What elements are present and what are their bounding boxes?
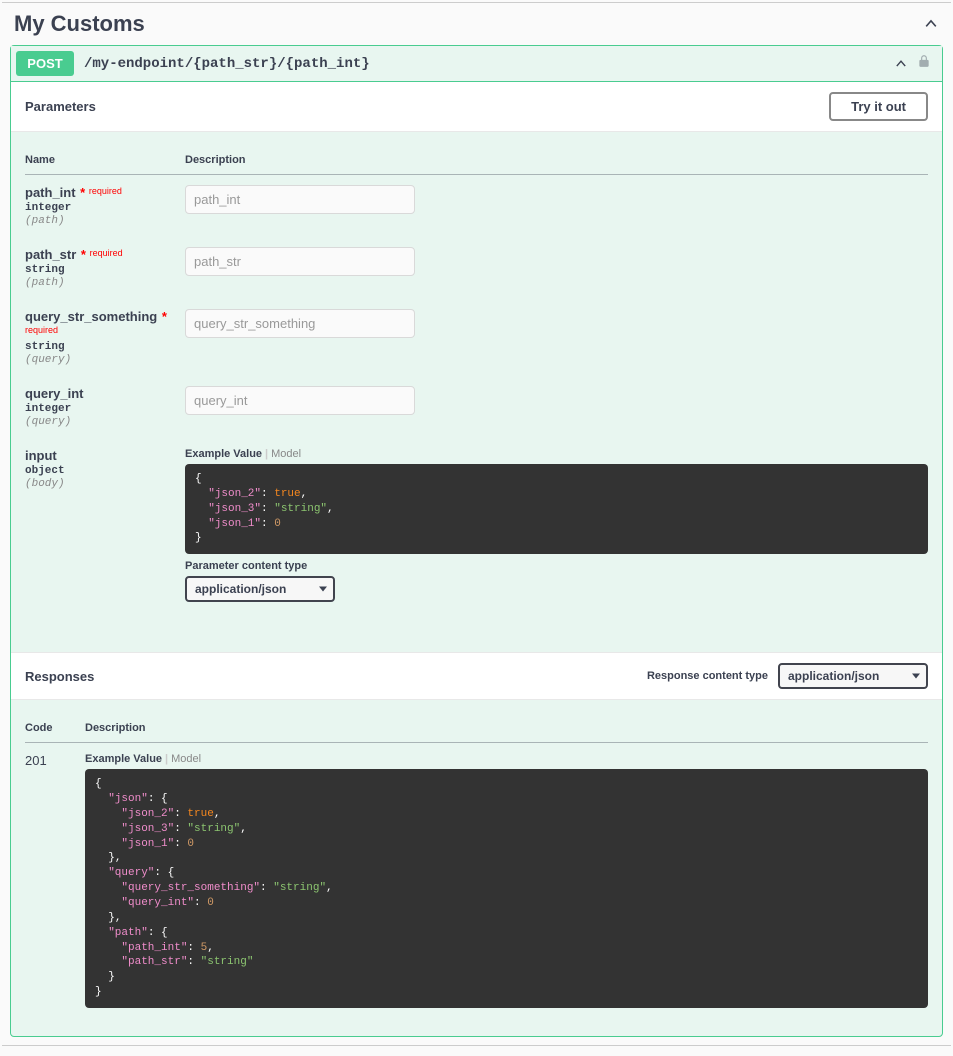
tag-title: My Customs — [14, 11, 923, 37]
param-in: (query) — [25, 354, 185, 366]
tag-header[interactable]: My Customs — [2, 3, 951, 45]
api-tag-section: My Customs POST /my-endpoint/{path_str}/… — [2, 2, 951, 1046]
responses-table: Code Description 201Example Value|Model {… — [25, 714, 928, 1018]
param-name: path_int * required — [25, 185, 185, 200]
responses-body: Code Description 201Example Value|Model {… — [11, 700, 942, 1036]
param-content-type-label: Parameter content type — [185, 560, 928, 572]
model-tab[interactable]: Model — [171, 753, 201, 765]
parameters-header: Parameters Try it out — [11, 82, 942, 132]
param-in: (body) — [25, 478, 185, 490]
param-name-cell: query_intinteger(query) — [25, 376, 185, 438]
param-row: query_str_something * required string(que… — [25, 299, 928, 376]
response-row: 201Example Value|Model { "json": { "json_… — [25, 743, 928, 1018]
responses-title: Responses — [25, 669, 647, 684]
operation-path: /my-endpoint/{path_str}/{path_int} — [84, 56, 893, 72]
param-desc-cell — [185, 175, 928, 238]
response-content-type-label: Response content type — [647, 670, 768, 682]
response-example[interactable]: { "json": { "json_2": true, "json_3": "s… — [85, 769, 928, 1008]
param-type: integer — [25, 403, 185, 415]
param-input[interactable] — [185, 309, 415, 338]
body-example[interactable]: { "json_2": true, "json_3": "string", "j… — [185, 464, 928, 554]
param-row: query_intinteger(query) — [25, 376, 928, 438]
param-in: (path) — [25, 215, 185, 227]
param-name: path_str * required — [25, 247, 185, 262]
param-row: path_str * required string(path) — [25, 237, 928, 299]
param-desc-cell: Example Value|Model { "json_2": true, "js… — [185, 438, 928, 612]
param-name: query_str_something * required — [25, 309, 185, 339]
parameters-table: Name Description path_int * required inte… — [25, 146, 928, 612]
model-tab[interactable]: Model — [271, 448, 301, 460]
param-name-cell: path_int * required integer(path) — [25, 175, 185, 238]
lock-icon[interactable] — [917, 54, 931, 73]
chevron-up-icon — [923, 16, 939, 32]
param-row: input object(body) Example Value|Model { "j… — [25, 438, 928, 612]
param-type: integer — [25, 202, 185, 214]
param-input[interactable] — [185, 247, 415, 276]
param-type: string — [25, 264, 185, 276]
param-in: (path) — [25, 277, 185, 289]
model-tabs: Example Value|Model — [85, 753, 928, 765]
col-code-header: Code — [25, 714, 85, 743]
param-type: object — [25, 465, 185, 477]
chevron-up-icon — [893, 56, 909, 72]
try-it-out-button[interactable]: Try it out — [829, 92, 928, 121]
param-in: (query) — [25, 416, 185, 428]
response-content-type-select[interactable]: application/json — [778, 663, 928, 689]
example-value-tab[interactable]: Example Value — [185, 448, 262, 460]
param-content-type-select[interactable]: application/json — [185, 576, 335, 602]
model-tabs: Example Value|Model — [185, 448, 928, 460]
param-name-cell: query_str_something * required string(que… — [25, 299, 185, 376]
col-description-header: Description — [85, 714, 928, 743]
param-desc-cell — [185, 299, 928, 376]
param-type: string — [25, 341, 185, 353]
param-desc-cell — [185, 237, 928, 299]
operation-block: POST /my-endpoint/{path_str}/{path_int} … — [10, 45, 943, 1037]
responses-header: Responses Response content type applicat… — [11, 652, 942, 700]
param-row: path_int * required integer(path) — [25, 175, 928, 238]
method-badge: POST — [16, 51, 74, 76]
response-desc: Example Value|Model { "json": { "json_2":… — [85, 743, 928, 1018]
operation-summary[interactable]: POST /my-endpoint/{path_str}/{path_int} — [11, 46, 942, 82]
param-name: input — [25, 448, 185, 463]
param-input[interactable] — [185, 185, 415, 214]
param-name-cell: input object(body) — [25, 438, 185, 612]
param-name-cell: path_str * required string(path) — [25, 237, 185, 299]
col-description-header: Description — [185, 146, 928, 175]
param-desc-cell — [185, 376, 928, 438]
example-value-tab[interactable]: Example Value — [85, 753, 162, 765]
response-code: 201 — [25, 743, 85, 1018]
parameters-title: Parameters — [25, 99, 829, 114]
parameters-body: Name Description path_int * required inte… — [11, 132, 942, 652]
param-name: query_int — [25, 386, 185, 401]
param-input[interactable] — [185, 386, 415, 415]
col-name-header: Name — [25, 146, 185, 175]
